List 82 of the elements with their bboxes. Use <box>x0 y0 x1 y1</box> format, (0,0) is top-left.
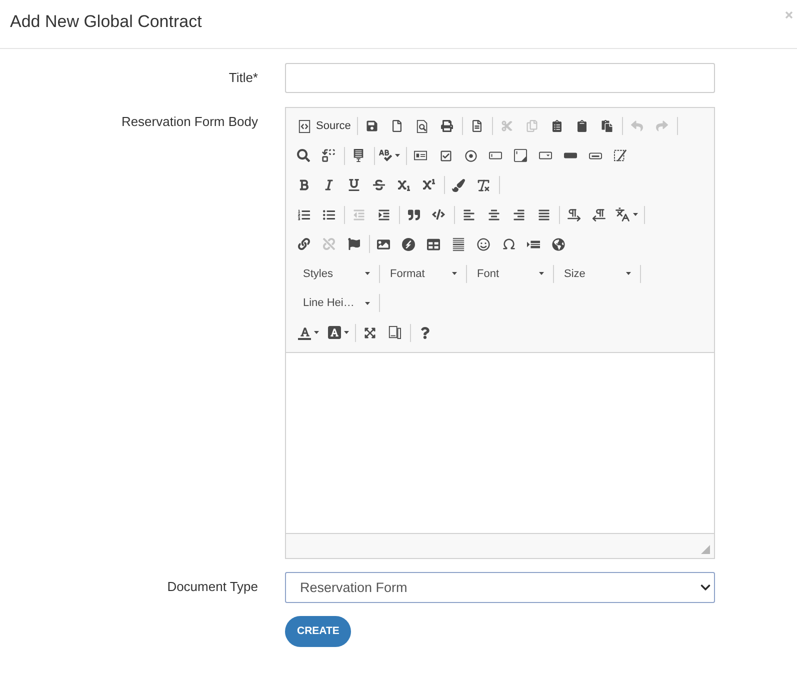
clipboard-icon <box>576 120 588 132</box>
document-type-select[interactable]: Reservation Form <box>285 572 715 603</box>
numbered-list-icon <box>298 208 310 221</box>
indent-icon <box>378 208 390 221</box>
outdent-icon <box>352 208 364 221</box>
background-color-icon <box>328 326 341 340</box>
caret-icon <box>395 154 400 158</box>
hidden-field-icon <box>614 149 627 162</box>
caret-icon <box>452 272 457 276</box>
undo-arrow-icon <box>631 120 644 132</box>
form-icon <box>414 149 427 162</box>
justify-icon <box>538 208 550 221</box>
paintbrush-icon <box>452 178 465 192</box>
checkbox-icon <box>440 150 452 162</box>
field-label: Reservation Form Body <box>120 113 258 130</box>
align-center-icon <box>488 208 500 221</box>
quote-icon <box>408 208 420 221</box>
bulleted-list-icon <box>322 208 334 221</box>
language-icon <box>615 207 630 222</box>
toolbar-dropdown[interactable]: Font <box>467 262 549 286</box>
page-magnifier-icon <box>416 120 429 132</box>
question-mark-icon <box>418 326 430 339</box>
pilcrow-right-icon <box>566 208 580 222</box>
image-icon <box>377 238 390 251</box>
radio-icon <box>464 150 476 162</box>
textarea-icon <box>514 149 527 162</box>
caret-icon <box>365 302 370 305</box>
dialog-title: Add New Global Contract <box>10 11 202 33</box>
title-input[interactable] <box>285 63 715 93</box>
table-icon <box>427 238 440 251</box>
copy-icon <box>526 120 538 132</box>
toolbar-dropdown[interactable]: Size <box>554 262 636 286</box>
show-blocks-icon <box>388 326 401 340</box>
flash-icon <box>402 238 415 251</box>
resize-grip-icon <box>701 544 710 554</box>
toolbar-dropdown[interactable]: Format <box>380 262 462 286</box>
link-icon <box>298 238 310 250</box>
omega-icon <box>502 237 516 252</box>
toolbar-dropdown[interactable]: Line Hei… <box>293 291 375 316</box>
strikethrough-icon <box>372 179 384 192</box>
close-icon <box>784 10 794 20</box>
align-right-icon <box>512 208 524 221</box>
remove-format-icon <box>476 178 491 193</box>
smiley-icon <box>477 238 490 251</box>
code-page-icon <box>298 120 311 132</box>
underline-icon <box>348 179 360 192</box>
caret-icon <box>626 272 631 276</box>
caret-icon <box>365 272 370 276</box>
spellcheck-icon <box>379 149 392 162</box>
bold-icon <box>298 179 310 192</box>
printer-icon <box>441 120 454 132</box>
text-block-icon <box>352 149 365 162</box>
caret-icon <box>314 331 319 334</box>
globe-icon <box>552 238 565 251</box>
align-left-icon <box>462 208 474 221</box>
caret-icon <box>633 213 638 216</box>
replace-icon <box>321 148 336 164</box>
source-button[interactable]: Source <box>291 114 355 138</box>
chevron-down-icon <box>700 582 711 593</box>
page-lines-icon <box>471 120 484 132</box>
blank-page-icon <box>391 120 404 132</box>
field-label: Title* <box>228 69 258 86</box>
maximize-icon <box>364 326 376 339</box>
subscript-icon <box>398 179 410 192</box>
horizontal-lines-icon <box>452 238 465 251</box>
create-button[interactable]: CREATE <box>285 616 352 647</box>
flag-icon <box>348 238 360 250</box>
pilcrow-left-icon <box>592 208 606 222</box>
redo-arrow-icon <box>656 120 668 132</box>
unlink-icon <box>322 238 334 250</box>
superscript-icon <box>422 179 434 192</box>
clipboard-icon <box>551 120 564 132</box>
scissors-icon <box>501 120 514 132</box>
search-icon <box>297 149 310 162</box>
toolbar-dropdown[interactable]: Styles <box>293 262 375 286</box>
clipboard-icon <box>601 120 614 132</box>
text-color-icon <box>298 326 311 340</box>
italic-icon <box>322 179 334 192</box>
caret-icon <box>344 331 349 334</box>
code-icon <box>432 208 445 222</box>
caret-icon <box>539 272 544 276</box>
field-label: Document Type <box>166 578 258 595</box>
